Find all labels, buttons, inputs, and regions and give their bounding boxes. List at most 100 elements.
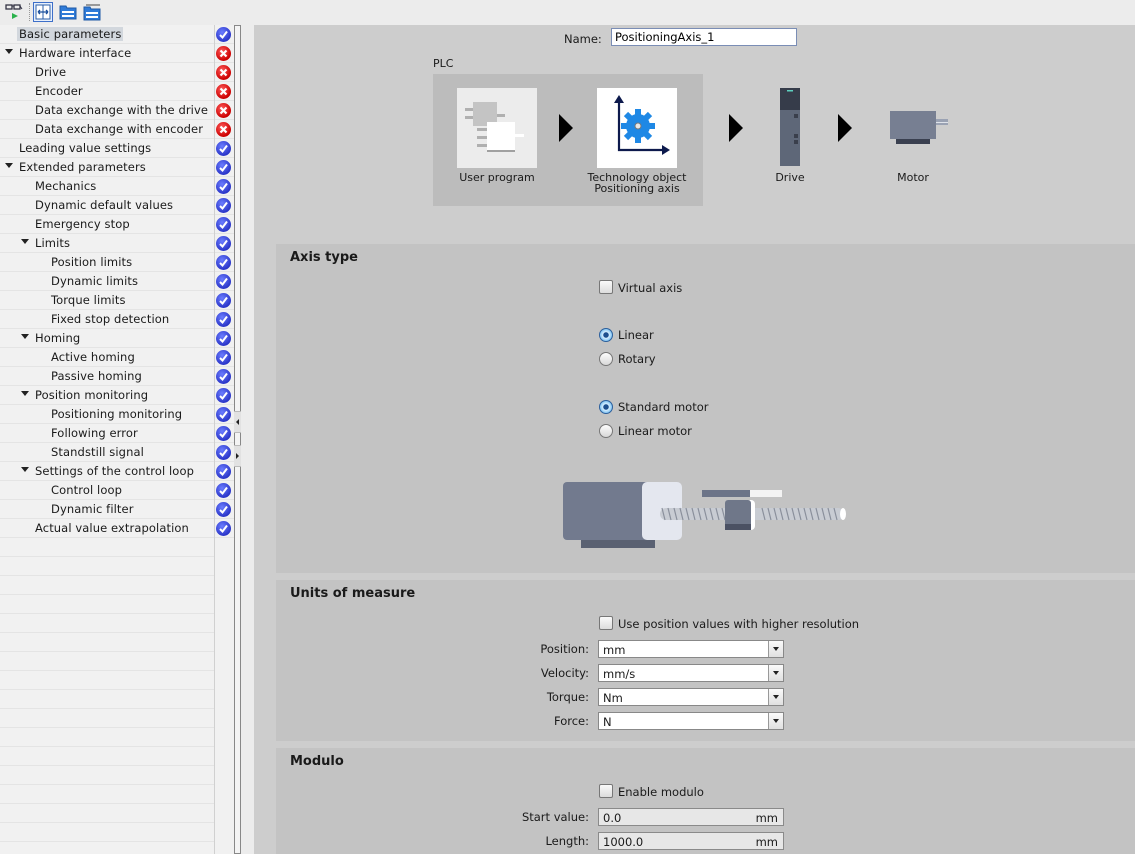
- error-icon: [216, 84, 231, 99]
- splitter-bar[interactable]: [234, 25, 241, 854]
- motor-block[interactable]: [888, 105, 952, 145]
- check-icon: [216, 141, 231, 156]
- virtual-axis-checkbox[interactable]: [599, 280, 613, 294]
- start-value-label: Start value:: [521, 810, 589, 824]
- tree-item[interactable]: Data exchange with encoder: [0, 120, 234, 139]
- check-icon: [216, 198, 231, 213]
- tree-item[interactable]: Data exchange with the drive: [0, 101, 234, 120]
- technology-object-block[interactable]: [597, 88, 677, 168]
- check-icon: [216, 217, 231, 232]
- tree-item[interactable]: Position monitoring: [0, 386, 234, 405]
- position-unit-select[interactable]: mm: [598, 640, 784, 658]
- tree-item[interactable]: Standstill signal: [0, 443, 234, 462]
- tree-item[interactable]: Leading value settings: [0, 139, 234, 158]
- functional-view-button[interactable]: [33, 2, 53, 22]
- tree-item[interactable]: Hardware interface: [0, 44, 234, 63]
- tree-item[interactable]: Extended parameters: [0, 158, 234, 177]
- tree-empty-row: [0, 538, 214, 557]
- tree-item[interactable]: Emergency stop: [0, 215, 234, 234]
- check-icon: [216, 331, 231, 346]
- tree-item[interactable]: Basic parameters: [0, 25, 234, 44]
- tree-item-label: Positioning monitoring: [51, 407, 183, 421]
- tree-item[interactable]: Active homing: [0, 348, 234, 367]
- check-icon: [216, 236, 231, 251]
- toolbar-separator: [29, 3, 30, 21]
- chevron-down-icon[interactable]: [768, 641, 783, 657]
- tree-item[interactable]: Position limits: [0, 253, 234, 272]
- tree-item[interactable]: Homing: [0, 329, 234, 348]
- linear-radio[interactable]: [599, 328, 613, 342]
- chevron-down-icon[interactable]: [768, 713, 783, 729]
- collapse-right-button[interactable]: [234, 445, 241, 467]
- drive-icon: [780, 88, 800, 166]
- tree-item-label: Actual value extrapolation: [35, 521, 189, 535]
- pane-splitter[interactable]: [234, 25, 254, 854]
- tree-empty-row: [0, 671, 214, 690]
- tree-item[interactable]: Control loop: [0, 481, 234, 500]
- expand-caret-icon[interactable]: [5, 49, 13, 54]
- chevron-down-icon[interactable]: [768, 689, 783, 705]
- tree-item[interactable]: Passive homing: [0, 367, 234, 386]
- check-icon: [216, 27, 231, 42]
- tree-empty-row: [0, 709, 214, 728]
- standard-motor-radio[interactable]: [599, 400, 613, 414]
- tree-item[interactable]: Drive: [0, 63, 234, 82]
- tree-item[interactable]: Mechanics: [0, 177, 234, 196]
- expand-all-button[interactable]: [58, 2, 78, 22]
- name-input[interactable]: [611, 28, 797, 46]
- length-field[interactable]: 1000.0 mm: [598, 832, 784, 850]
- tree-item[interactable]: Positioning monitoring: [0, 405, 234, 424]
- tree-item-label: Extended parameters: [19, 160, 146, 174]
- rotary-radio[interactable]: [599, 352, 613, 366]
- tree-item[interactable]: Encoder: [0, 82, 234, 101]
- tree-item[interactable]: Following error: [0, 424, 234, 443]
- enable-modulo-checkbox[interactable]: [599, 784, 613, 798]
- expand-caret-icon[interactable]: [21, 239, 29, 244]
- tree-item[interactable]: Dynamic filter: [0, 500, 234, 519]
- modulo-title: Modulo: [290, 754, 344, 769]
- monitor-values-button[interactable]: [4, 2, 24, 22]
- tree-item-label: Dynamic default values: [35, 198, 174, 212]
- torque-unit-label: Torque:: [546, 690, 589, 704]
- axis-type-title: Axis type: [290, 250, 358, 265]
- start-value-field[interactable]: 0.0 mm: [598, 808, 784, 826]
- gear-axes-icon: [614, 95, 670, 155]
- torque-unit-select[interactable]: Nm: [598, 688, 784, 706]
- position-unit-value: mm: [603, 643, 626, 657]
- tree-item[interactable]: Settings of the control loop: [0, 462, 234, 481]
- tree-empty-row: [0, 557, 214, 576]
- collapse-left-button[interactable]: [234, 411, 241, 433]
- tree-item-label: Emergency stop: [35, 217, 130, 231]
- check-icon: [216, 312, 231, 327]
- force-unit-select[interactable]: N: [598, 712, 784, 730]
- expand-caret-icon[interactable]: [21, 391, 29, 396]
- tree-item[interactable]: Dynamic default values: [0, 196, 234, 215]
- high-resolution-label: Use position values with higher resoluti…: [618, 617, 860, 631]
- expand-caret-icon[interactable]: [21, 334, 29, 339]
- tree-item[interactable]: Limits: [0, 234, 234, 253]
- motor-icon: [890, 111, 948, 144]
- tree-empty-row: [0, 595, 214, 614]
- drive-block[interactable]: [770, 88, 810, 168]
- tree-item-label: Dynamic limits: [51, 274, 139, 288]
- standard-motor-label: Standard motor: [618, 400, 709, 414]
- expand-caret-icon[interactable]: [5, 163, 13, 168]
- tree-item[interactable]: Dynamic limits: [0, 272, 234, 291]
- tree-item[interactable]: Torque limits: [0, 291, 234, 310]
- check-icon: [216, 160, 231, 175]
- collapse-all-button[interactable]: [82, 2, 102, 22]
- force-unit-label: Force:: [554, 714, 589, 728]
- tree-empty-row: [0, 747, 214, 766]
- toolbar: [0, 0, 1135, 25]
- check-icon: [216, 407, 231, 422]
- linear-motor-radio[interactable]: [599, 424, 613, 438]
- tree-item[interactable]: Fixed stop detection: [0, 310, 234, 329]
- tree-item[interactable]: Actual value extrapolation: [0, 519, 234, 538]
- plc-label: PLC: [433, 57, 454, 70]
- high-resolution-checkbox[interactable]: [599, 616, 613, 630]
- tree-item-label: Dynamic filter: [51, 502, 134, 516]
- expand-caret-icon[interactable]: [21, 467, 29, 472]
- user-program-block[interactable]: [457, 88, 537, 168]
- chevron-down-icon[interactable]: [768, 665, 783, 681]
- velocity-unit-select[interactable]: mm/s: [598, 664, 784, 682]
